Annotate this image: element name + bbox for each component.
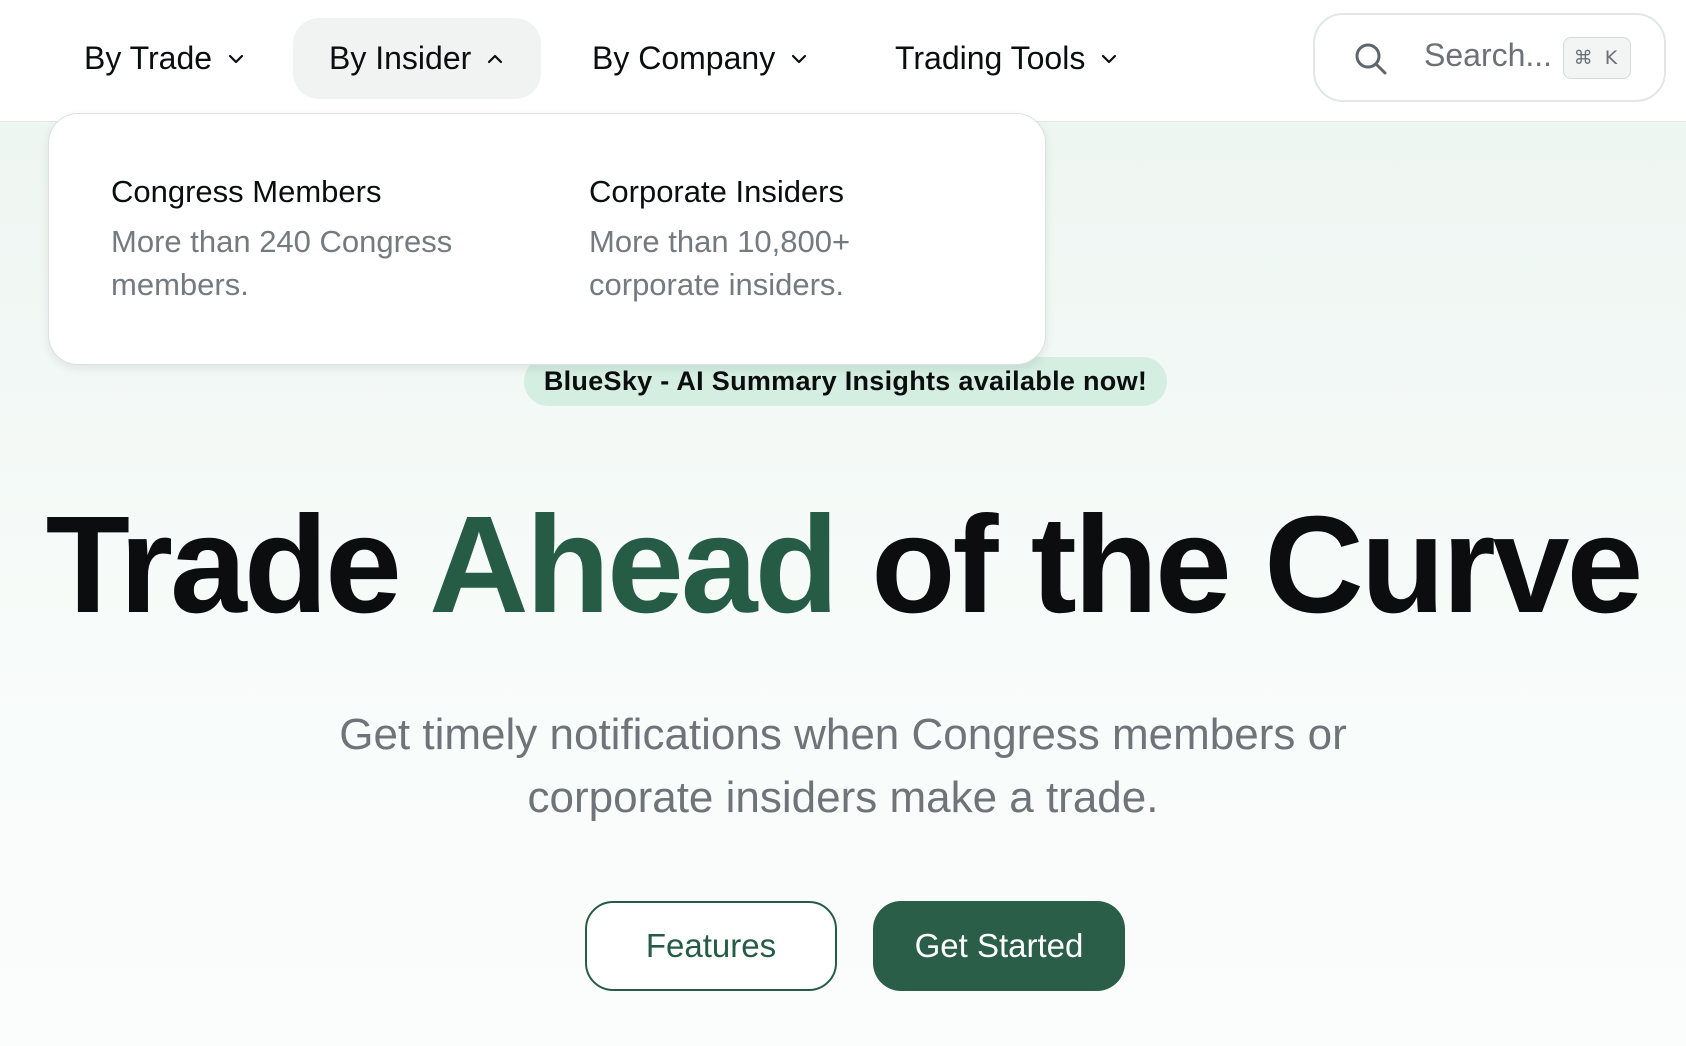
get-started-button[interactable]: Get Started <box>873 901 1125 991</box>
dropdown-item-description: More than 10,800+ corporate insiders. <box>589 224 851 302</box>
nav-by-company[interactable]: By Company <box>592 18 809 99</box>
search-icon <box>1355 43 1387 75</box>
nav-trading-tools[interactable]: Trading Tools <box>895 18 1119 99</box>
nav-by-trade-label: By Trade <box>84 40 213 76</box>
dropdown-item-congress-members[interactable]: Congress Members More than 240 Congress … <box>111 174 531 306</box>
keyboard-shortcut-badge: ⌘ K <box>1563 37 1631 79</box>
hero-title-part2: of the Curve <box>871 488 1643 642</box>
search-input[interactable]: Search... ⌘ K <box>1313 13 1666 102</box>
dropdown-item-description: More than 240 Congress members. <box>111 224 453 302</box>
hero-subtitle: Get timely notifications when Congress m… <box>339 710 1347 822</box>
dropdown-item-title: Corporate Insiders <box>589 174 845 209</box>
features-button[interactable]: Features <box>585 901 837 991</box>
dropdown-item-corporate-insiders[interactable]: Corporate Insiders More than 10,800+ cor… <box>589 174 1009 306</box>
hero-title: Trade Ahead of the Curve <box>0 490 1686 640</box>
chevron-down-icon <box>792 54 807 63</box>
by-insider-dropdown-menu: Congress Members More than 240 Congress … <box>48 113 1046 365</box>
dropdown-item-title: Congress Members <box>111 174 382 209</box>
nav-by-trade[interactable]: By Trade <box>84 18 246 99</box>
chevron-up-icon <box>488 54 503 63</box>
top-navigation: By Trade By Insider By Company Trading T… <box>0 0 1686 122</box>
chevron-down-icon <box>228 54 244 63</box>
hero-title-accent: Ahead <box>429 488 839 642</box>
nav-by-company-label: By Company <box>592 40 776 76</box>
nav-by-insider[interactable]: By Insider <box>293 18 542 99</box>
hero-title-part1: Trade <box>45 488 402 642</box>
nav-by-insider-label: By Insider <box>329 40 472 76</box>
chevron-down-icon <box>1102 54 1117 63</box>
nav-trading-tools-label: Trading Tools <box>895 40 1086 76</box>
search-placeholder: Search... <box>1424 37 1553 73</box>
